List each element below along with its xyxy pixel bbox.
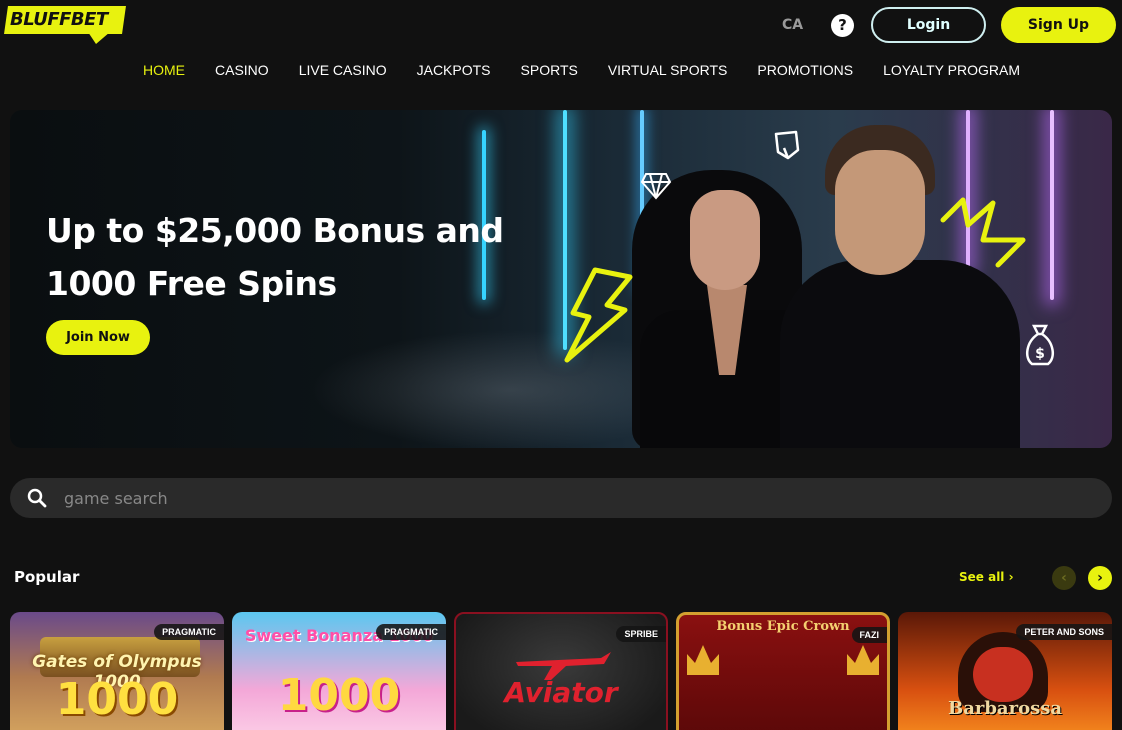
search-icon (27, 488, 47, 508)
logo-tail (88, 32, 110, 44)
nav-item-casino[interactable]: CASINO (200, 60, 284, 80)
hero-man-face (835, 150, 925, 275)
logo-text: BLUFFBET (10, 9, 108, 30)
provider-badge: PRAGMATIC (376, 624, 446, 640)
neon-light (1050, 110, 1054, 300)
nav-item-home[interactable]: HOME (128, 60, 200, 80)
search-input[interactable] (64, 478, 1064, 518)
spade-icon (774, 130, 800, 160)
popular-section-title: Popular (14, 568, 80, 586)
lightning-bolt-icon (564, 267, 633, 363)
diamond-icon (640, 173, 672, 200)
hero-woman-face (690, 190, 760, 290)
game-card[interactable]: Aviator SPRIBE (454, 612, 668, 730)
zigzag-icon (940, 197, 1026, 268)
nav-item-jackpots[interactable]: JACKPOTS (402, 60, 506, 80)
game-title: Barbarossa (947, 698, 1063, 719)
hero-title-line2: 1000 Free Spins (46, 264, 337, 303)
main-nav: HOME CASINO LIVE CASINO JACKPOTS SPORTS … (128, 60, 1035, 80)
svg-text:$: $ (1035, 346, 1045, 362)
game-card[interactable]: Gates of Olympus 1000 1000 PRAGMATIC (10, 612, 224, 730)
nav-item-virtual-sports[interactable]: VIRTUAL SPORTS (593, 60, 743, 80)
provider-badge: PETER AND SONS (1016, 624, 1112, 640)
game-title-number: 1000 (55, 674, 179, 725)
money-bag-icon: $ (1025, 324, 1055, 366)
chevron-right-icon[interactable]: › (1088, 566, 1112, 590)
hero-banner[interactable]: $ Up to $25,000 Bonus and 1000 Free Spin… (10, 110, 1112, 448)
hero-title: Up to $25,000 Bonus and 1000 Free Spins (46, 204, 516, 310)
site-header: BLUFFBET CA ? Login Sign Up HOME CASINO … (0, 0, 1122, 100)
help-icon[interactable]: ? (831, 14, 854, 37)
game-search-bar[interactable] (10, 478, 1112, 518)
hero-man-suit (780, 260, 1020, 448)
provider-badge: PRAGMATIC (154, 624, 224, 640)
game-card[interactable]: Sweet Bonanza 1000 1000 PRAGMATIC (232, 612, 446, 730)
nav-item-promotions[interactable]: PROMOTIONS (742, 60, 868, 80)
see-all-link[interactable]: See all › (959, 570, 1014, 584)
provider-badge: SPRIBE (616, 626, 666, 642)
game-title: Aviator (504, 676, 618, 709)
nav-item-loyalty-program[interactable]: LOYALTY PROGRAM (868, 60, 1035, 80)
login-button[interactable]: Login (871, 7, 986, 43)
crown-icon (687, 645, 719, 675)
airplane-icon (516, 652, 611, 680)
nav-item-live-casino[interactable]: LIVE CASINO (284, 60, 402, 80)
join-now-button[interactable]: Join Now (46, 320, 150, 355)
signup-button[interactable]: Sign Up (1001, 7, 1116, 43)
game-card[interactable]: Barbarossa PETER AND SONS (898, 612, 1112, 730)
bluffbet-logo[interactable]: BLUFFBET (4, 6, 126, 44)
crown-icon (847, 645, 879, 675)
game-card[interactable]: Bonus Epic Crown FAZI (676, 612, 890, 730)
game-title-number: 1000 (277, 670, 401, 721)
pirate-beard (973, 647, 1033, 702)
nav-item-sports[interactable]: SPORTS (506, 60, 593, 80)
hero-title-line1: Up to $25,000 Bonus and (46, 211, 504, 250)
provider-badge: FAZI (851, 627, 887, 643)
chevron-left-icon[interactable]: ‹ (1052, 566, 1076, 590)
region-selector[interactable]: CA (782, 17, 803, 33)
